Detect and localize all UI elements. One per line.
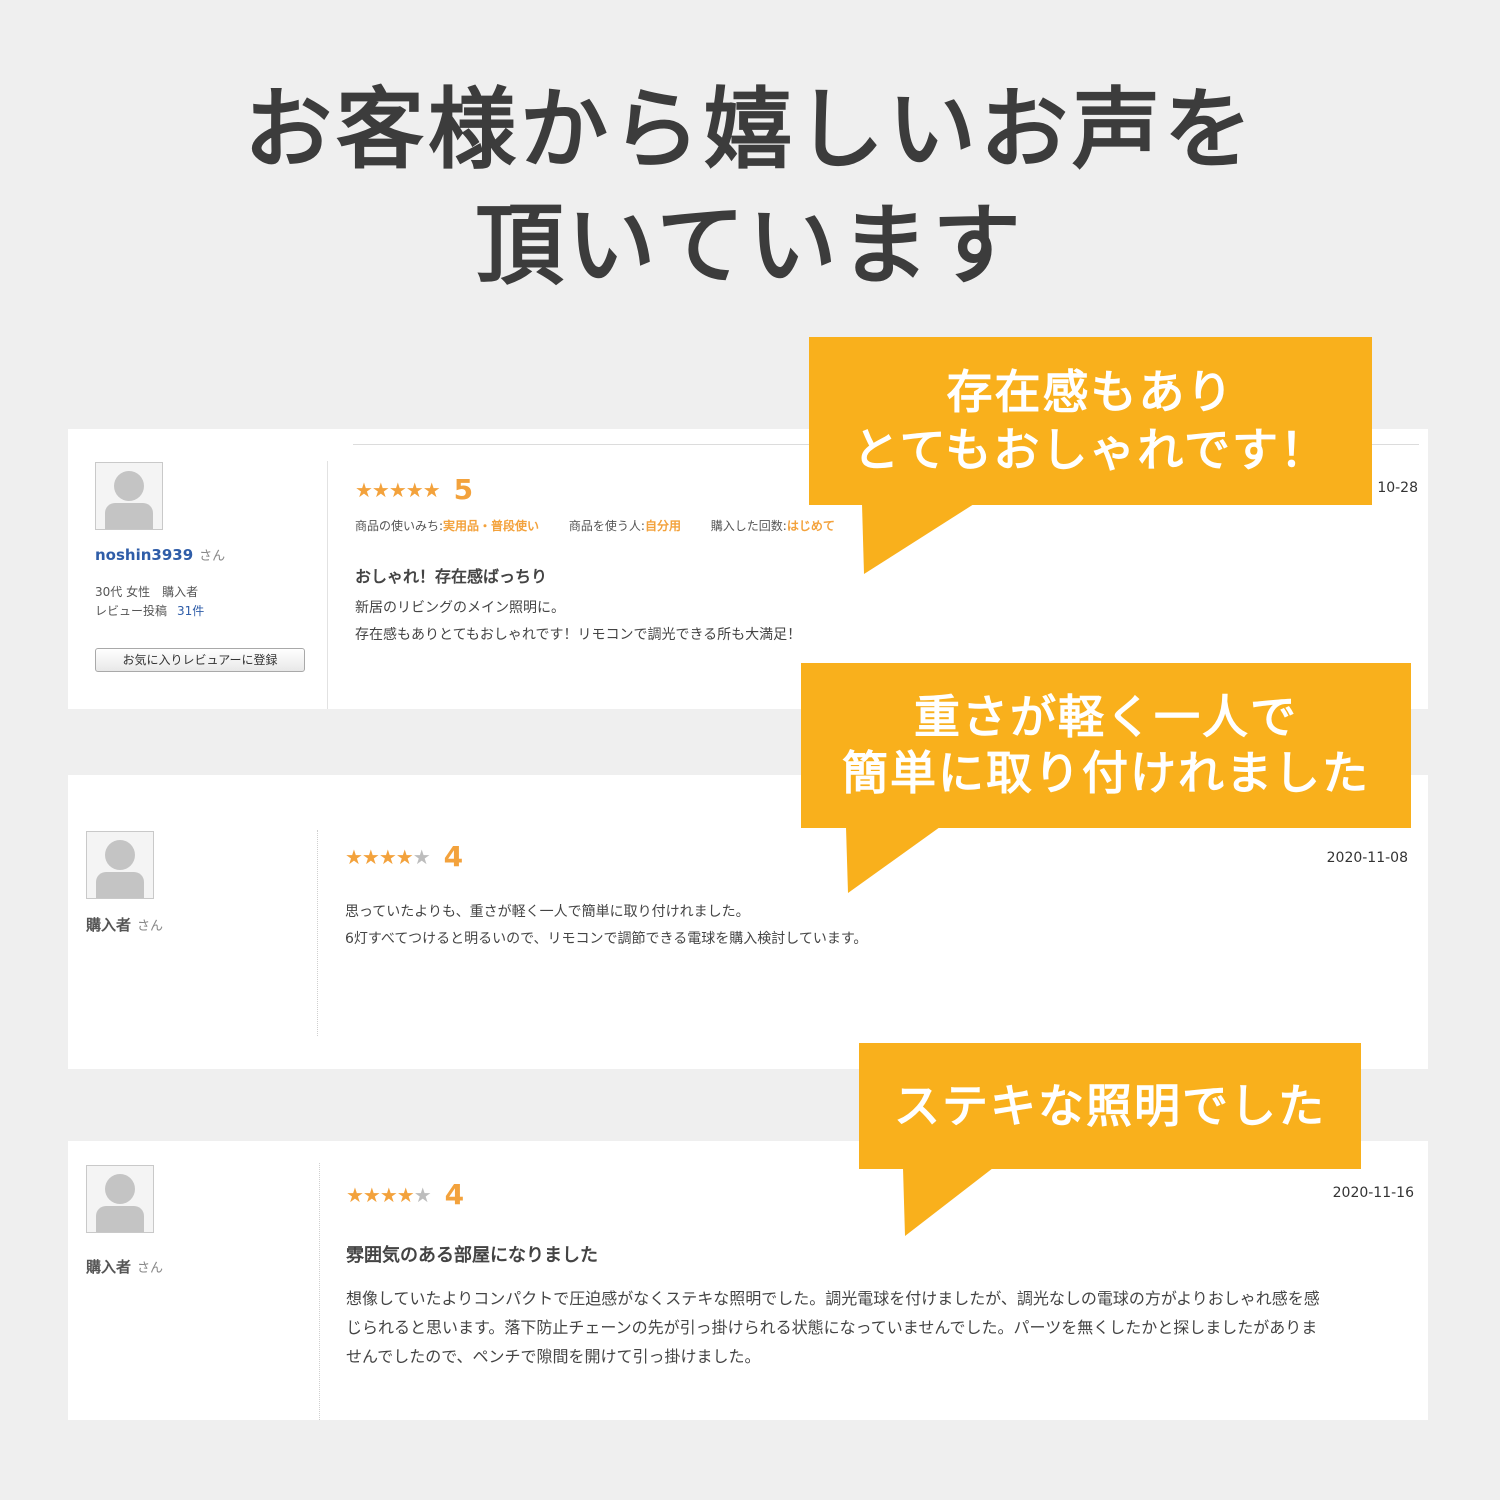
honorific: さん bbox=[199, 549, 226, 564]
review-card-3: 購入者 さん ★★★★★ 4 2020-11-16 雰囲気のある部屋になりました 想… bbox=[68, 1141, 1428, 1420]
attr-usage-label: 商品の使いみち: bbox=[355, 519, 444, 533]
attr-count-value: はじめて bbox=[786, 519, 835, 533]
star-rating: ★★★★★ 4 bbox=[345, 840, 463, 873]
rating-score: 5 bbox=[453, 473, 474, 506]
reviewer-name: 購入者 さん bbox=[86, 916, 164, 934]
stars-filled-icon: ★★★★ bbox=[345, 845, 414, 869]
review-count-label: レビュー投稿 bbox=[95, 604, 168, 618]
review-body: 思っていたよりも、重さが軽く一人で簡単に取り付けれました。 6灯すべてつけると明… bbox=[345, 904, 868, 947]
card-divider bbox=[327, 461, 328, 709]
review-date: 10-28 bbox=[1377, 480, 1418, 496]
review-title: 雰囲気のある部屋になりました bbox=[346, 1245, 598, 1266]
review-count[interactable]: 31件 bbox=[177, 604, 204, 618]
card-divider bbox=[319, 1163, 320, 1420]
reviewer-name: 購入者 さん bbox=[86, 1258, 164, 1276]
stars-icon: ★★★★★ bbox=[355, 478, 441, 502]
callout-tail-2 bbox=[846, 827, 940, 893]
star-rating: ★★★★★ 5 bbox=[355, 473, 473, 506]
callout-bubble-1: 存在感もあり とてもおしゃれです！ bbox=[809, 337, 1372, 505]
rating-score: 4 bbox=[444, 1178, 465, 1211]
callout-tail-3 bbox=[903, 1168, 993, 1236]
card-divider bbox=[317, 830, 318, 1036]
attr-usage-value: 実用品・普段使い bbox=[443, 519, 540, 533]
star-empty-icon: ★ bbox=[413, 1183, 432, 1207]
honorific: さん bbox=[137, 919, 164, 934]
stars-filled-icon: ★★★★ bbox=[346, 1183, 415, 1207]
reviewer-demographics: 30代 女性 購入者 bbox=[95, 585, 199, 599]
attr-count-label: 購入した回数: bbox=[710, 519, 787, 533]
review-title: おしゃれ！存在感ばっちり bbox=[355, 567, 548, 586]
review-body: 想像していたよりコンパクトで圧迫感がなくステキな照明でした。調光電球を付けました… bbox=[346, 1289, 1320, 1366]
star-empty-icon: ★ bbox=[412, 845, 431, 869]
reviewer-meta: 30代 女性 購入者 レビュー投稿 31件 bbox=[95, 583, 204, 621]
headline-line-2: 頂いています bbox=[475, 194, 1025, 297]
rating-score: 4 bbox=[443, 840, 464, 873]
review-date: 2020-11-08 bbox=[1326, 850, 1408, 866]
page-headline: お客様から嬉しいお声を 頂いています bbox=[0, 72, 1500, 304]
reviewer-name[interactable]: noshin3939 さん bbox=[95, 545, 225, 564]
honorific: さん bbox=[137, 1261, 164, 1276]
attr-user-label: 商品を使う人: bbox=[568, 519, 645, 533]
review-date: 2020-11-16 bbox=[1332, 1185, 1414, 1201]
callout-bubble-2: 重さが軽く一人で 簡単に取り付けれました bbox=[801, 663, 1411, 828]
attr-user-value: 自分用 bbox=[644, 519, 681, 533]
review-attributes: 商品の使いみち:実用品・普段使い 商品を使う人:自分用 購入した回数:はじめて bbox=[355, 517, 861, 534]
avatar-placeholder-icon bbox=[86, 831, 154, 899]
callout-bubble-3: ステキな照明でした bbox=[859, 1043, 1361, 1169]
headline-line-1: お客様から嬉しいお声を bbox=[243, 78, 1256, 181]
avatar-placeholder-icon bbox=[86, 1165, 154, 1233]
star-rating: ★★★★★ 4 bbox=[346, 1178, 464, 1211]
review-body: 新居のリビングのメイン照明に。 存在感もありとてもおしゃれです！リモコンで調光で… bbox=[355, 600, 802, 643]
favorite-reviewer-button[interactable]: お気に入りレビュアーに登録 bbox=[95, 648, 305, 672]
callout-tail-1 bbox=[862, 504, 974, 574]
avatar-placeholder-icon bbox=[95, 462, 163, 530]
